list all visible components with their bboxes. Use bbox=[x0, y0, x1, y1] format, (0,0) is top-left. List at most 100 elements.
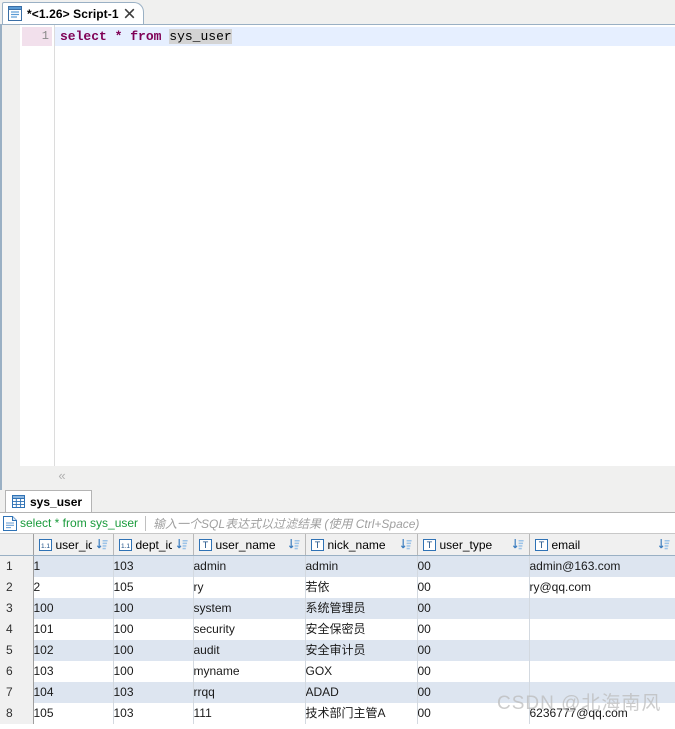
cell-nick_name[interactable]: 若依 bbox=[305, 577, 418, 598]
cell-user_id[interactable]: 1 bbox=[33, 555, 114, 577]
cell-dept_id[interactable]: 105 bbox=[113, 577, 194, 598]
cell-user_type[interactable]: 00 bbox=[417, 640, 530, 661]
chevron-double-left-icon[interactable]: « bbox=[54, 468, 70, 484]
table-row[interactable]: 1 1 103 admin admin 00 admin@163.com bbox=[0, 555, 675, 577]
row-number-cell[interactable]: 7 bbox=[0, 682, 34, 703]
sort-icon[interactable] bbox=[512, 538, 525, 551]
code-line-1[interactable]: select * from sys_user bbox=[60, 27, 232, 46]
cell-user_name[interactable]: admin bbox=[193, 555, 306, 577]
cell-nick_name[interactable]: 安全保密员 bbox=[305, 619, 418, 640]
cell-user_type[interactable]: 00 bbox=[417, 661, 530, 682]
cell-dept_id[interactable]: 100 bbox=[113, 598, 194, 619]
row-number-cell[interactable]: 1 bbox=[0, 555, 34, 577]
cell-dept_id[interactable]: 103 bbox=[113, 682, 194, 703]
cell-user_name[interactable]: ry bbox=[193, 577, 306, 598]
column-header-user_name[interactable]: Tuser_name bbox=[193, 534, 306, 556]
row-number-cell[interactable]: 3 bbox=[0, 598, 34, 619]
cell-nick_name[interactable]: 系统管理员 bbox=[305, 598, 418, 619]
cell-user_id[interactable]: 104 bbox=[33, 682, 114, 703]
cell-user_type[interactable]: 00 bbox=[417, 555, 530, 577]
row-number-cell[interactable]: 4 bbox=[0, 619, 34, 640]
text-type-icon: T bbox=[422, 538, 436, 551]
column-header-user_type[interactable]: Tuser_type bbox=[417, 534, 530, 556]
cell-user_type[interactable]: 00 bbox=[417, 682, 530, 703]
svg-text:T: T bbox=[314, 540, 320, 550]
cell-email[interactable]: admin@163.com bbox=[529, 555, 675, 577]
cell-user_id[interactable]: 101 bbox=[33, 619, 114, 640]
results-panel: sys_user select * from sys_user 输入一个SQL表… bbox=[0, 490, 675, 729]
cell-email[interactable] bbox=[529, 598, 675, 619]
cell-dept_id[interactable]: 100 bbox=[113, 661, 194, 682]
sort-icon[interactable] bbox=[658, 538, 671, 551]
cell-user_id[interactable]: 105 bbox=[33, 703, 114, 724]
cell-user_id[interactable]: 100 bbox=[33, 598, 114, 619]
column-header-label: user_name bbox=[215, 537, 276, 552]
results-tab-label: sys_user bbox=[30, 494, 83, 509]
results-table-body: 1 1 103 admin admin 00 admin@163.com 2 2 105 ry 若依 0… bbox=[0, 555, 675, 724]
cell-user_type[interactable]: 00 bbox=[417, 703, 530, 724]
cell-email[interactable] bbox=[529, 682, 675, 703]
cell-user_type[interactable]: 00 bbox=[417, 577, 530, 598]
column-header-label: user_type bbox=[439, 537, 493, 552]
svg-text:T: T bbox=[426, 540, 432, 550]
sort-icon[interactable] bbox=[96, 538, 109, 551]
results-table: 1.1 user_id 1.1 dept_id Tuser_name Tnick_name… bbox=[0, 534, 675, 724]
column-header-label: nick_name bbox=[327, 537, 386, 552]
row-number-cell[interactable]: 2 bbox=[0, 577, 34, 598]
row-number-cell[interactable]: 8 bbox=[0, 703, 34, 724]
table-row[interactable]: 5 102 100 audit 安全审计员 00 bbox=[0, 640, 675, 661]
row-number-cell[interactable]: 6 bbox=[0, 661, 34, 682]
table-row[interactable]: 7 104 103 rrqq ADAD 00 bbox=[0, 682, 675, 703]
sql-editor[interactable]: 1 select * from sys_user bbox=[0, 24, 675, 466]
column-header-label: user_id bbox=[55, 537, 92, 552]
cell-user_id[interactable]: 102 bbox=[33, 640, 114, 661]
results-tab-sys-user[interactable]: sys_user bbox=[5, 490, 93, 512]
cell-email[interactable]: 6236777@qq.com bbox=[529, 703, 675, 724]
cell-nick_name[interactable]: GOX bbox=[305, 661, 418, 682]
column-header-email[interactable]: Temail bbox=[529, 534, 675, 556]
cell-dept_id[interactable]: 103 bbox=[113, 555, 194, 577]
cell-user_id[interactable]: 2 bbox=[33, 577, 114, 598]
cell-user_id[interactable]: 103 bbox=[33, 661, 114, 682]
cell-user_name[interactable]: myname bbox=[193, 661, 306, 682]
results-grid[interactable]: 1.1 user_id 1.1 dept_id Tuser_name Tnick_name… bbox=[0, 534, 675, 729]
cell-dept_id[interactable]: 100 bbox=[113, 619, 194, 640]
results-filter-bar[interactable]: select * from sys_user 输入一个SQL表达式以过滤结果 (… bbox=[0, 512, 675, 534]
editor-annotation-gutter bbox=[2, 25, 20, 466]
row-number-cell[interactable]: 5 bbox=[0, 640, 34, 661]
column-header-dept_id[interactable]: 1.1 dept_id bbox=[113, 534, 194, 556]
cell-nick_name[interactable]: ADAD bbox=[305, 682, 418, 703]
cell-email[interactable]: ry@qq.com bbox=[529, 577, 675, 598]
cell-nick_name[interactable]: admin bbox=[305, 555, 418, 577]
cell-email[interactable] bbox=[529, 661, 675, 682]
cell-user_type[interactable]: 00 bbox=[417, 619, 530, 640]
column-header-nick_name[interactable]: Tnick_name bbox=[305, 534, 418, 556]
table-row[interactable]: 4 101 100 security 安全保密员 00 bbox=[0, 619, 675, 640]
cell-dept_id[interactable]: 103 bbox=[113, 703, 194, 724]
sort-icon[interactable] bbox=[400, 538, 413, 551]
cell-user_name[interactable]: audit bbox=[193, 640, 306, 661]
cell-user_type[interactable]: 00 bbox=[417, 598, 530, 619]
row-number-header bbox=[0, 534, 34, 556]
cell-user_name[interactable]: 111 bbox=[193, 703, 306, 724]
cell-user_name[interactable]: rrqq bbox=[193, 682, 306, 703]
table-row[interactable]: 3 100 100 system 系统管理员 00 bbox=[0, 598, 675, 619]
cell-dept_id[interactable]: 100 bbox=[113, 640, 194, 661]
column-header-user_id[interactable]: 1.1 user_id bbox=[33, 534, 114, 556]
cell-nick_name[interactable]: 技术部门主管A bbox=[305, 703, 418, 724]
sort-icon[interactable] bbox=[288, 538, 301, 551]
table-row[interactable]: 8 105 103 111 技术部门主管A 00 6236777@qq.com bbox=[0, 703, 675, 724]
editor-tab-script-1[interactable]: *<1.26> Script-1 bbox=[2, 2, 144, 24]
sql-client-window: *<1.26> Script-1 1 select * from sys_use… bbox=[0, 0, 675, 729]
svg-text:T: T bbox=[202, 540, 208, 550]
cell-nick_name[interactable]: 安全审计员 bbox=[305, 640, 418, 661]
grid-table-icon bbox=[12, 495, 25, 508]
cell-user_name[interactable]: system bbox=[193, 598, 306, 619]
cell-user_name[interactable]: security bbox=[193, 619, 306, 640]
cell-email[interactable] bbox=[529, 619, 675, 640]
close-icon[interactable] bbox=[124, 8, 135, 19]
cell-email[interactable] bbox=[529, 640, 675, 661]
table-row[interactable]: 6 103 100 myname GOX 00 bbox=[0, 661, 675, 682]
table-row[interactable]: 2 2 105 ry 若依 00 ry@qq.com bbox=[0, 577, 675, 598]
sort-icon[interactable] bbox=[176, 538, 189, 551]
